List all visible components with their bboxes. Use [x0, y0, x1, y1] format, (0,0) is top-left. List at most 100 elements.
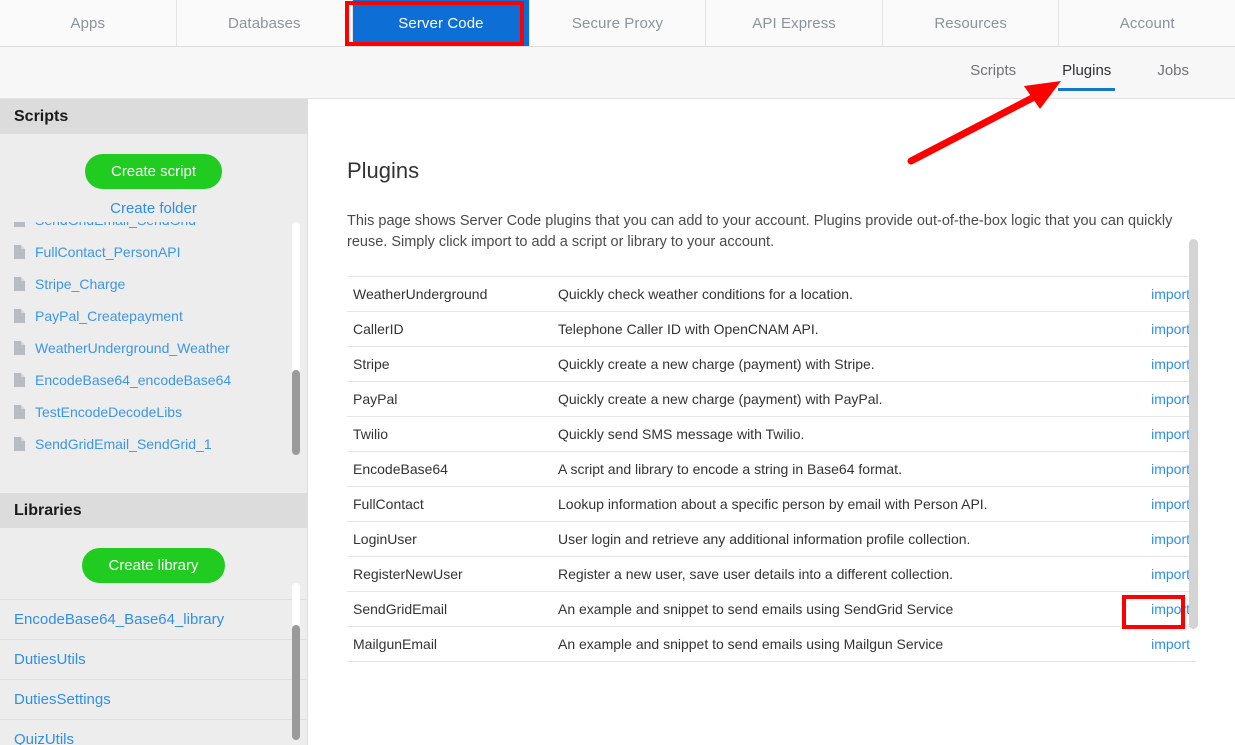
- plugin-name: EncodeBase64: [347, 451, 558, 487]
- nav-tab-server-code[interactable]: Server Code: [353, 0, 530, 46]
- table-row: SendGridEmail An example and snippet to …: [347, 591, 1196, 627]
- scripts-list-item[interactable]: Stripe_Charge: [0, 268, 307, 300]
- plugin-description: An example and snippet to send emails us…: [558, 591, 1118, 627]
- plugin-import-cell: import: [1118, 521, 1196, 557]
- nav-tab-databases[interactable]: Databases: [176, 0, 354, 46]
- scripts-list-item[interactable]: FullContact_PersonAPI: [0, 236, 307, 268]
- libraries-list: EncodeBase64_Base64_library DutiesUtils …: [0, 599, 307, 745]
- sidebar: Scripts Create script Create folder Send…: [0, 99, 308, 745]
- import-link[interactable]: import: [1151, 321, 1190, 337]
- table-row: PayPal Quickly create a new charge (paym…: [347, 381, 1196, 417]
- page-description: This page shows Server Code plugins that…: [347, 213, 1173, 250]
- table-row: WeatherUnderground Quickly check weather…: [347, 276, 1196, 312]
- tab-scripts-label: Scripts: [970, 62, 1017, 79]
- scripts-panel-header: Scripts: [0, 99, 307, 134]
- plugin-description: Quickly create a new charge (payment) wi…: [558, 346, 1118, 382]
- scripts-list-item[interactable]: SendGridEmail_SendGrid_1: [0, 428, 307, 460]
- nav-tab-apps[interactable]: Apps: [0, 0, 177, 46]
- libraries-list-item[interactable]: QuizUtils: [0, 720, 307, 745]
- libraries-panel-body: Create library EncodeBase64_Base64_libra…: [0, 548, 307, 745]
- plugin-name: LoginUser: [347, 521, 558, 557]
- libraries-scrollbar-track[interactable]: [292, 583, 300, 740]
- nav-tab-resources-label: Resources: [934, 14, 1007, 32]
- plugin-name: WeatherUnderground: [347, 276, 558, 312]
- plugins-table: WeatherUnderground Quickly check weather…: [347, 276, 1196, 662]
- plugin-description: User login and retrieve any additional i…: [558, 521, 1118, 557]
- tab-jobs[interactable]: Jobs: [1157, 47, 1189, 99]
- nav-tab-resources[interactable]: Resources: [882, 0, 1060, 46]
- scripts-list-item[interactable]: TestEncodeDecodeLibs: [0, 396, 307, 428]
- main-content-scrollbar[interactable]: [1189, 239, 1198, 629]
- plugin-name: PayPal: [347, 381, 558, 417]
- plugin-import-cell: import: [1118, 591, 1196, 627]
- scripts-list-item-clipped-label: SendGridEmail_SendGrid: [35, 222, 196, 228]
- import-link[interactable]: import: [1151, 601, 1190, 617]
- document-icon: [14, 245, 25, 259]
- plugins-table-body: WeatherUnderground Quickly check weather…: [347, 276, 1196, 662]
- libraries-list-item-label: EncodeBase64_Base64_library: [14, 611, 225, 628]
- document-icon: [14, 341, 25, 355]
- document-icon: [14, 373, 25, 387]
- plugin-import-cell: import: [1118, 626, 1196, 662]
- plugin-import-cell: import: [1118, 311, 1196, 347]
- tab-scripts[interactable]: Scripts: [970, 47, 1016, 99]
- plugin-import-cell: import: [1118, 416, 1196, 452]
- import-link[interactable]: import: [1151, 286, 1190, 302]
- import-link[interactable]: import: [1151, 391, 1190, 407]
- libraries-list-item-label: DutiesSettings: [14, 691, 111, 708]
- import-link[interactable]: import: [1151, 356, 1190, 372]
- import-link[interactable]: import: [1151, 426, 1190, 442]
- import-link[interactable]: import: [1151, 461, 1190, 477]
- document-icon: [14, 309, 25, 323]
- table-row: Stripe Quickly create a new charge (paym…: [347, 346, 1196, 382]
- libraries-list-item-label: DutiesUtils: [14, 651, 86, 668]
- import-link[interactable]: import: [1151, 496, 1190, 512]
- plugin-name: CallerID: [347, 311, 558, 347]
- scripts-list-item-clipped[interactable]: SendGridEmail_SendGrid: [0, 222, 307, 236]
- scripts-panel-body: Create script Create folder SendGridEmai…: [0, 154, 307, 467]
- plugin-description: Quickly check weather conditions for a l…: [558, 276, 1118, 312]
- scripts-list-item-label: EncodeBase64_encodeBase64: [35, 372, 232, 388]
- tab-plugins-label: Plugins: [1062, 62, 1112, 79]
- nav-tab-secure-proxy[interactable]: Secure Proxy: [529, 0, 707, 46]
- scripts-list-item[interactable]: WeatherUnderground_Weather: [0, 332, 307, 364]
- scripts-list-item[interactable]: PayPal_Createpayment: [0, 300, 307, 332]
- libraries-list-item-label: QuizUtils: [14, 731, 75, 745]
- create-folder-link[interactable]: Create folder: [0, 200, 307, 217]
- scripts-scrollbar-track[interactable]: [292, 222, 300, 455]
- table-row: CallerID Telephone Caller ID with OpenCN…: [347, 311, 1196, 347]
- create-script-button[interactable]: Create script: [84, 154, 223, 189]
- scripts-list-item-label: TestEncodeDecodeLibs: [35, 404, 183, 420]
- nav-tab-secure-proxy-label: Secure Proxy: [571, 14, 664, 32]
- scripts-list: SendGridEmail_SendGrid FullContact_Perso…: [0, 222, 307, 467]
- scripts-list-item-label: SendGridEmail_SendGrid_1: [35, 436, 212, 452]
- document-icon: [14, 437, 25, 451]
- scripts-list-item-label: PayPal_Createpayment: [35, 308, 183, 324]
- libraries-list-item[interactable]: DutiesSettings: [0, 680, 307, 720]
- document-icon: [14, 405, 25, 419]
- table-row: EncodeBase64 A script and library to enc…: [347, 451, 1196, 487]
- main-navigation-bar: Apps Databases Server Code Secure Proxy …: [0, 0, 1235, 47]
- import-link[interactable]: import: [1151, 531, 1190, 547]
- import-link[interactable]: import: [1151, 566, 1190, 582]
- plugin-name: Stripe: [347, 346, 558, 382]
- plugin-description: Register a new user, save user details i…: [558, 556, 1118, 592]
- nav-tab-account[interactable]: Account: [1059, 0, 1235, 46]
- nav-tab-apps-label: Apps: [70, 14, 106, 32]
- libraries-panel-title: Libraries: [14, 501, 82, 519]
- libraries-scrollbar-thumb[interactable]: [292, 625, 300, 740]
- libraries-list-item[interactable]: DutiesUtils: [0, 640, 307, 680]
- plugin-import-cell: import: [1118, 276, 1196, 312]
- libraries-list-item[interactable]: EncodeBase64_Base64_library: [0, 600, 307, 640]
- scripts-list-item[interactable]: EncodeBase64_encodeBase64: [0, 364, 307, 396]
- scripts-list-item-label: Stripe_Charge: [35, 276, 126, 292]
- tab-plugins[interactable]: Plugins: [1058, 47, 1116, 99]
- plugin-name: MailgunEmail: [347, 626, 558, 662]
- create-library-button[interactable]: Create library: [82, 548, 225, 583]
- import-link-mailgun[interactable]: import: [1151, 636, 1190, 652]
- plugin-description: Quickly create a new charge (payment) wi…: [558, 381, 1118, 417]
- scripts-scrollbar-thumb[interactable]: [292, 370, 300, 455]
- nav-tab-api-express[interactable]: API Express: [706, 0, 883, 46]
- scripts-list-item-label: WeatherUnderground_Weather: [35, 340, 230, 356]
- main-content: Plugins This page shows Server Code plug…: [309, 99, 1235, 745]
